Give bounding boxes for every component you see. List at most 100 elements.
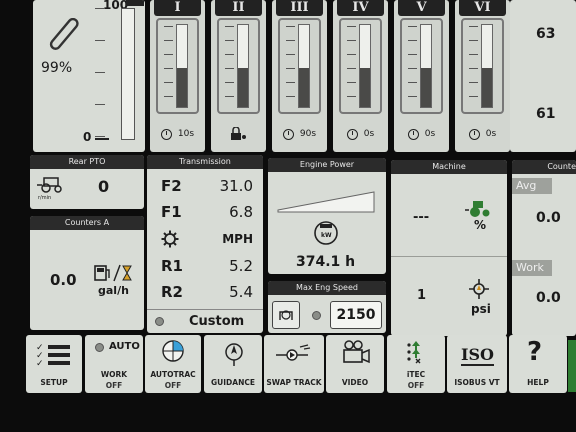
counters-b-panel[interactable]: Counte Avg 0.0 Work 0.0 (512, 160, 576, 336)
rear-pto-panel[interactable]: Rear PTO r/min 0 (30, 155, 144, 209)
trans-row-2: F1 6.8 (161, 199, 253, 225)
scv-column-5[interactable]: V 0s (394, 0, 449, 152)
scv-column-2[interactable]: II (211, 0, 266, 152)
work-value: 0.0 (536, 290, 561, 306)
scv-flow-fill (481, 68, 492, 107)
scv-flow-gauge (278, 18, 321, 114)
scv-column-6[interactable]: VI 0s (455, 0, 510, 152)
right-values-panel: 63 61 (510, 0, 576, 152)
work-label: Work (512, 260, 552, 276)
autotrac-status: OFF (164, 381, 182, 390)
fuel-bar (121, 8, 135, 140)
status-led-icon (312, 311, 321, 320)
machine-value-2: 1 (417, 288, 427, 303)
scv-timer[interactable]: 0s (333, 122, 388, 146)
help-icon: ? (527, 337, 543, 367)
scv-column-1[interactable]: I 10s (150, 0, 205, 152)
counters-a-panel[interactable]: Counters A 0.0 gal/h (30, 216, 144, 330)
scv-column-4[interactable]: IV 0s (333, 0, 388, 152)
scv-label: IV (337, 0, 384, 16)
scv-timer[interactable]: 0s (394, 122, 449, 146)
swap-track-label: SWAP TRACK (266, 378, 322, 387)
scv-flow-gauge (156, 18, 199, 114)
autotrac-button[interactable]: AUTOTRAC OFF (145, 335, 201, 393)
gauge-link-icon (49, 18, 79, 50)
isobus-vt-label: ISOBUS VT (454, 378, 500, 387)
fuel-level-panel[interactable]: 100 99% 0 (33, 0, 145, 152)
trans-gear-label: R2 (161, 283, 183, 301)
trans-mode-bar[interactable]: Custom (147, 309, 263, 333)
help-button[interactable]: ? HELP (509, 335, 567, 393)
scv-timer-value: 0s (424, 129, 436, 139)
swap-track-button[interactable]: SWAP TRACK (264, 335, 324, 393)
counters-a-title: Counters A (30, 216, 144, 230)
scv-column-3[interactable]: III 90s (272, 0, 327, 152)
work-button[interactable]: AUTO WORK OFF (85, 335, 143, 393)
itec-icon (407, 341, 421, 364)
autotrac-label: AUTOTRAC (150, 370, 196, 379)
trans-value: 31.0 (219, 177, 253, 195)
trans-mode-label: Custom (189, 314, 245, 329)
machine-unit-2: psi (471, 302, 491, 316)
trans-unit: MPH (222, 232, 253, 246)
trans-value: 5.4 (229, 283, 253, 301)
swap-track-icon (276, 344, 311, 361)
scv-flow-fill (237, 68, 248, 107)
engine-power-panel[interactable]: Engine Power kW 374.1 h (268, 158, 386, 274)
scroll-edge (568, 340, 576, 392)
setup-button[interactable]: ✓ ✓ ✓ SETUP (26, 335, 82, 393)
guidance-button[interactable]: GUIDANCE (204, 335, 262, 393)
scv-timer[interactable]: 90s (272, 122, 327, 146)
rear-pto-value: 0 (98, 177, 110, 196)
scv-flow-gauge (339, 18, 382, 114)
wrench-icon (126, 0, 144, 6)
scale-min-label: 0 (83, 130, 92, 144)
help-label: HELP (527, 378, 549, 387)
rear-pto-title: Rear PTO (30, 155, 144, 169)
scv-flow-gauge (461, 18, 504, 114)
avg-value: 0.0 (536, 210, 561, 226)
scv-timer-value: 0s (485, 129, 497, 139)
max-eng-speed-title: Max Eng Speed (268, 281, 386, 295)
trans-row-4: R1 5.2 (161, 253, 253, 279)
itec-button[interactable]: iTEC OFF (387, 335, 445, 393)
scv-flow-fill (176, 68, 187, 107)
scv-flow-fill (298, 68, 309, 107)
trans-row-1: F2 31.0 (161, 173, 253, 199)
scv-label: I (154, 0, 201, 16)
tractor-slip-icon (465, 201, 490, 217)
max-eng-speed-panel[interactable]: Max Eng Speed 2150 (268, 281, 386, 333)
right-value-bottom: 61 (536, 106, 556, 122)
max-eng-speed-field[interactable]: 2150 (330, 301, 382, 329)
work-auto-label: AUTO (109, 341, 140, 352)
isobus-vt-button[interactable]: ISO ISOBUS VT (447, 335, 507, 393)
video-button[interactable]: VIDEO (326, 335, 384, 393)
scv-timer-value: 90s (299, 129, 317, 139)
clock-icon (346, 128, 358, 140)
right-value-top: 63 (536, 26, 556, 42)
tractor-pto-icon (37, 177, 62, 193)
transmission-panel[interactable]: Transmission F2 31.0 F1 6.8 MPH R1 5.2 R… (147, 155, 263, 333)
scv-timer[interactable]: 0s (455, 122, 510, 146)
scv-timer[interactable] (211, 122, 266, 146)
fuel-scale (95, 8, 109, 137)
engine-speed-icon (279, 310, 293, 320)
engine-kw-label: kW (321, 232, 332, 239)
engine-speed-button[interactable] (272, 301, 300, 329)
scv-timer[interactable]: 10s (150, 122, 205, 146)
trans-value: 5.2 (229, 257, 253, 275)
status-led-icon (95, 343, 104, 352)
machine-value-1: --- (413, 210, 430, 225)
trans-gear-label: F2 (161, 177, 182, 195)
trans-gear-label: R1 (161, 257, 183, 275)
pressure-icon (469, 279, 489, 299)
clock-icon (468, 128, 480, 140)
scv-label: III (276, 0, 323, 16)
trans-row-3: MPH (161, 226, 253, 252)
transmission-title: Transmission (147, 155, 263, 169)
isobus-icon: ISO (461, 345, 494, 366)
gear-icon (161, 230, 179, 248)
scv-timer-value: 10s (177, 129, 195, 139)
machine-panel[interactable]: Machine --- % 1 psi (391, 160, 507, 336)
status-led-icon (155, 317, 164, 326)
